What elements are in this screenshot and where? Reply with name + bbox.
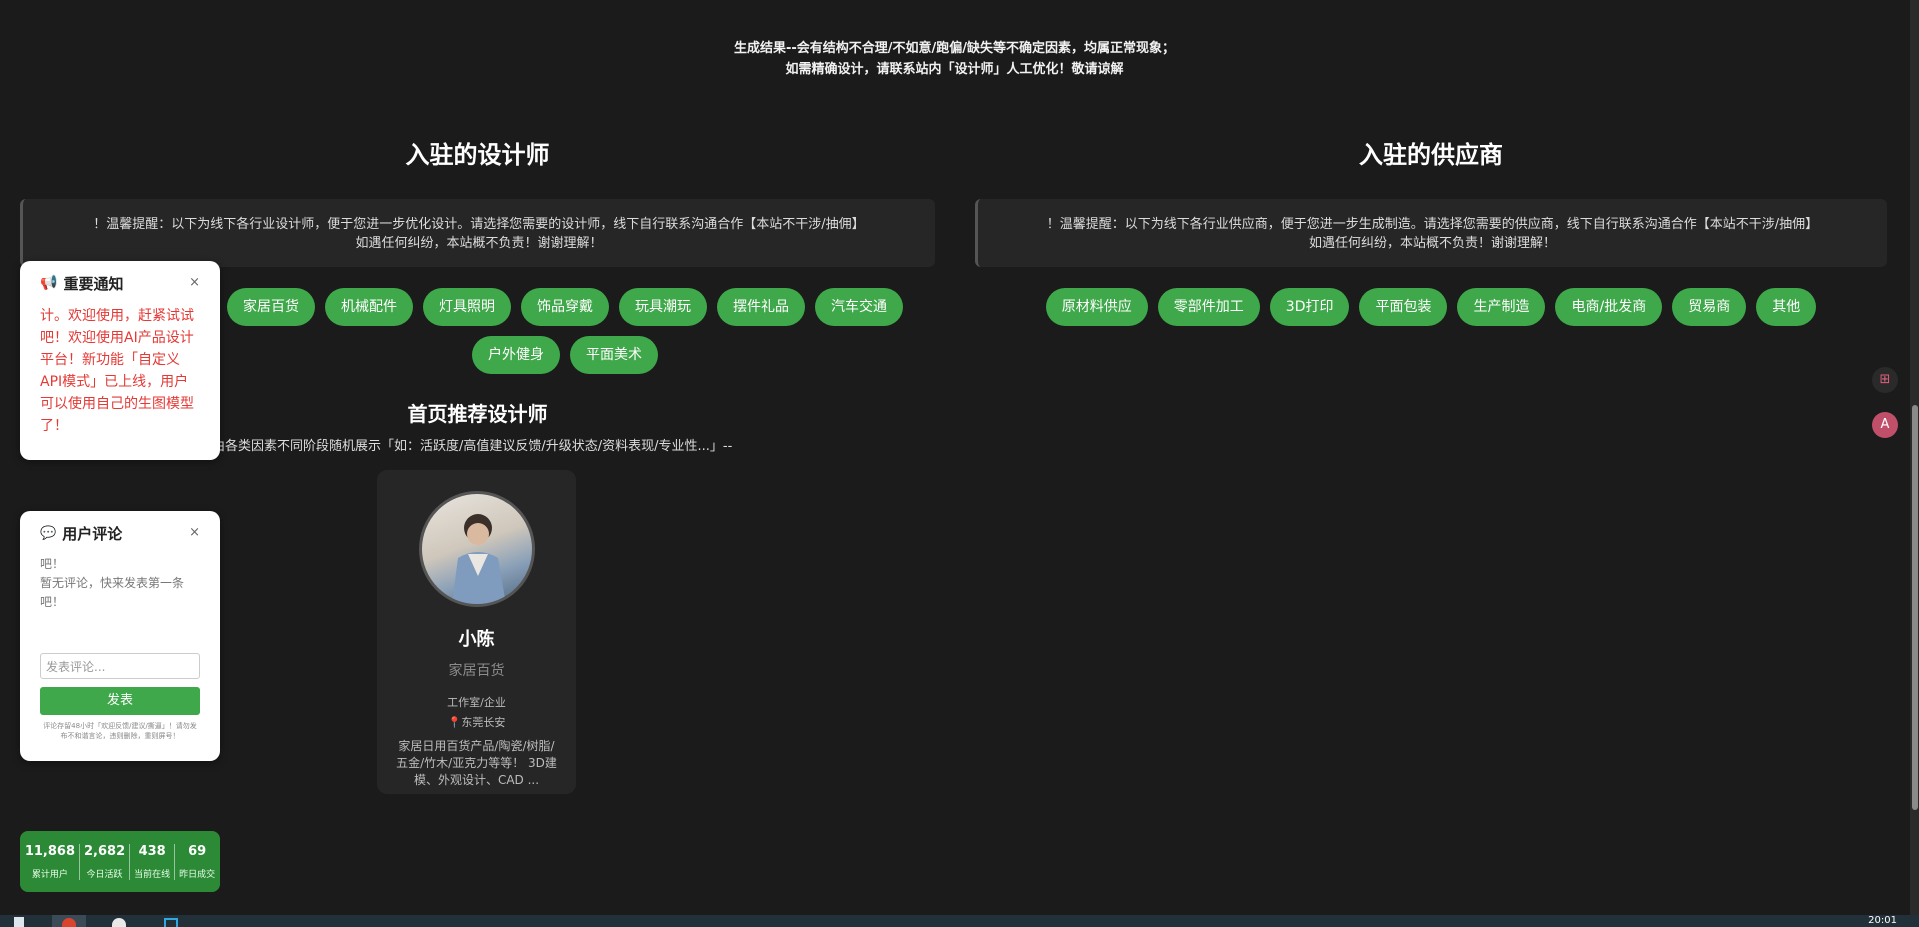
taskbar-clock[interactable]: 20:01 — [1868, 915, 1897, 927]
taskbar: 20:01 — [0, 915, 1919, 927]
card-location: 📍东莞长安 — [447, 716, 506, 729]
designer-tag[interactable]: 汽车交通 — [815, 288, 903, 326]
recommend-title: 首页推荐设计师 — [407, 402, 548, 426]
suppliers-tip-line2: 如遇任何纠纷，本站概不负责！谢谢理解！ — [1308, 236, 1556, 251]
apps-icon[interactable]: ⊞ — [1872, 367, 1898, 393]
designer-tag[interactable]: 机械配件 — [325, 288, 413, 326]
card-description: 家居日用百货产品/陶瓷/树脂/五金/竹木/亚克力等等！ 3D建模、外观设计、CA… — [396, 739, 557, 787]
designer-tag[interactable]: 户外健身 — [472, 336, 560, 374]
designer-card[interactable]: 小陈 家居百货 工作室/企业 📍东莞长安 家居日用百货产品/陶瓷/树脂/五金/竹… — [377, 470, 576, 794]
comment-body-line1: 吧！ — [40, 557, 65, 571]
supplier-tags: 原材料供应 零部件加工 3D打印 平面包装 生产制造 电商/批发商 贸易商 其他 — [1020, 288, 1842, 326]
stat-value: 2,682 — [84, 843, 126, 859]
comment-header: 💬 用户评论 × — [20, 511, 220, 555]
designers-title: 入驻的设计师 — [405, 141, 550, 169]
supplier-tag[interactable]: 平面包装 — [1359, 288, 1448, 326]
notify-body: 计。欢迎使用，赶紧试试吧！欢迎使用AI产品设计平台！新功能「自定义API模式」已… — [40, 308, 194, 434]
designer-tag[interactable]: 平面美术 — [570, 336, 658, 374]
close-icon[interactable]: × — [189, 275, 200, 290]
stat-label: 当前在线 — [134, 869, 171, 880]
comment-note: 评论存留48小时「欢迎反馈/建议/撕逼」！请勿发布不和谐言论，违则删除，重则屏号… — [43, 722, 197, 740]
comment-title: 用户评论 — [62, 524, 123, 543]
close-icon[interactable]: × — [189, 525, 200, 540]
top-notice-line1: 生成结果--会有结构不合理/不如意/跑偏/缺失等不确定因素，均属正常现象； — [733, 41, 1176, 56]
stat-yesterday-deals: 69 昨日成交 — [175, 844, 219, 880]
avatar-image — [451, 514, 506, 604]
notify-panel: 📢 重要通知 × 计。欢迎使用，赶紧试试吧！欢迎使用AI产品设计平台！新功能「自… — [20, 261, 220, 460]
suppliers-title: 入驻的供应商 — [1359, 141, 1503, 169]
stat-value: 11,868 — [24, 843, 75, 859]
translate-icon[interactable]: A — [1872, 412, 1898, 438]
comment-icon: 💬 — [40, 525, 57, 541]
taskbar-app-icon[interactable] — [112, 918, 126, 927]
notify-header: 📢 重要通知 × — [20, 261, 220, 305]
comment-panel: 💬 用户评论 × 吧！ 暂无评论，快来发表第一条吧！ 发表评论... 发表 评论… — [20, 511, 220, 761]
designer-tag[interactable]: 饰品穿戴 — [521, 288, 609, 326]
comment-list: 吧！ 暂无评论，快来发表第一条吧！ — [20, 555, 220, 635]
designers-tip-line2: 如遇任何纠纷，本站概不负责！谢谢理解！ — [355, 236, 603, 251]
stat-active-today: 2,682 今日活跃 — [80, 843, 131, 880]
stat-value: 438 — [138, 843, 166, 859]
comment-empty-text: 暂无评论，快来发表第一条吧！ — [40, 576, 185, 609]
scrollbar-thumb[interactable] — [1912, 405, 1918, 810]
stat-online: 438 当前在线 — [130, 843, 176, 880]
suppliers-tip: ！温馨提醒：以下为线下各行业供应商，便于您进一步生成制造。请选择您需要的供应商，… — [975, 199, 1887, 267]
stats-bar: 11,868 累计用户 2,682 今日活跃 438 当前在线 69 昨日成交 — [20, 831, 220, 892]
top-notice-line2: 如需精确设计，请联系站内「设计师」人工优化！敬请谅解 — [785, 62, 1124, 77]
taskbar-app-icon[interactable] — [164, 918, 178, 927]
designer-tags: 家居百货 机械配件 灯具照明 饰品穿戴 玩具潮玩 摆件礼品 汽车交通 户外健身 … — [225, 288, 905, 374]
avatar — [418, 491, 535, 607]
notify-title: 重要通知 — [63, 274, 124, 293]
supplier-tag[interactable]: 电商/批发商 — [1555, 288, 1663, 326]
card-name: 小陈 — [458, 629, 495, 650]
stat-label: 今日活跃 — [86, 869, 123, 880]
supplier-tag[interactable]: 原材料供应 — [1045, 288, 1148, 326]
designer-tag[interactable]: 家居百货 — [227, 288, 315, 326]
designer-tag[interactable]: 摆件礼品 — [717, 288, 805, 326]
recommend-subtitle: 由各类因素不同阶段随机展示「如：活跃度/高值建议反馈/升级状态/资料表现/专业性… — [212, 439, 733, 454]
top-notice: 生成结果--会有结构不合理/不如意/跑偏/缺失等不确定因素，均属正常现象； 如需… — [0, 38, 1909, 80]
stat-value: 69 — [188, 843, 207, 859]
megaphone-icon: 📢 — [40, 275, 58, 291]
browser-icon[interactable] — [62, 918, 76, 927]
submit-comment-button[interactable]: 发表 — [40, 687, 200, 715]
supplier-tag[interactable]: 零部件加工 — [1157, 288, 1260, 326]
windows-start-icon[interactable] — [14, 917, 24, 927]
supplier-tag[interactable]: 生产制造 — [1457, 288, 1546, 326]
designers-tip-line1: ！温馨提醒：以下为线下各行业设计师，便于您进一步优化设计。请选择您需要的设计师，… — [93, 217, 865, 232]
designer-tag[interactable]: 灯具照明 — [423, 288, 511, 326]
supplier-tag[interactable]: 贸易商 — [1672, 288, 1747, 326]
suppliers-tip-line1: ！温馨提醒：以下为线下各行业供应商，便于您进一步生成制造。请选择您需要的供应商，… — [1046, 217, 1819, 232]
designers-tip: ！温馨提醒：以下为线下各行业设计师，便于您进一步优化设计。请选择您需要的设计师，… — [20, 199, 935, 267]
comment-input[interactable]: 发表评论... — [40, 653, 200, 679]
stat-label: 累计用户 — [31, 869, 68, 880]
stat-label: 昨日成交 — [179, 869, 216, 880]
stat-total-users: 11,868 累计用户 — [21, 843, 80, 880]
card-category: 家居百货 — [448, 663, 505, 679]
supplier-tag[interactable]: 3D打印 — [1269, 288, 1350, 326]
card-type: 工作室/企业 — [447, 696, 506, 709]
supplier-tag[interactable]: 其他 — [1756, 288, 1817, 326]
designer-tag[interactable]: 玩具潮玩 — [619, 288, 707, 326]
